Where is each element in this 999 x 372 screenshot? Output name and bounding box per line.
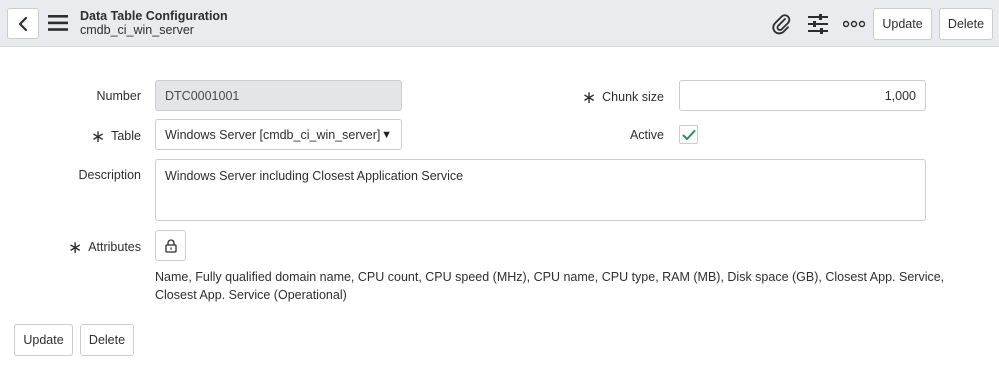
back-button[interactable] xyxy=(7,8,39,39)
description-label: Description xyxy=(78,168,141,182)
number-field: DTC0001001 xyxy=(155,80,402,111)
dropdown-caret-icon: ▼ xyxy=(381,128,392,141)
attributes-label: ∗ Attributes xyxy=(40,238,141,258)
attributes-label-text: Attributes xyxy=(88,240,141,254)
page-subtitle: cmdb_ci_win_server xyxy=(80,23,194,37)
menu-icon[interactable] xyxy=(48,14,68,32)
form-header: Data Table Configuration cmdb_ci_win_ser… xyxy=(0,0,999,47)
lock-icon xyxy=(164,238,177,253)
table-select-value: Windows Server [cmdb_ci_win_server] xyxy=(165,127,381,142)
more-icon[interactable] xyxy=(843,13,865,35)
required-icon: ∗ xyxy=(67,238,83,257)
active-checkbox[interactable] xyxy=(679,125,698,144)
table-label-text: Table xyxy=(111,129,141,143)
number-value: DTC0001001 xyxy=(165,88,240,103)
footer-delete-button[interactable]: Delete xyxy=(80,324,134,356)
checkmark-icon xyxy=(682,129,695,140)
required-icon: ∗ xyxy=(581,88,597,107)
required-icon: ∗ xyxy=(90,127,106,146)
page-title: Data Table Configuration xyxy=(80,9,228,23)
chunk-size-input[interactable]: 1,000 xyxy=(679,80,926,111)
chunk-size-label: ∗ Chunk size xyxy=(560,88,664,108)
number-label: Number xyxy=(96,89,141,103)
active-label: Active xyxy=(629,128,664,142)
back-icon xyxy=(18,16,28,31)
title-block: Data Table Configuration cmdb_ci_win_ser… xyxy=(80,9,228,37)
header-delete-button[interactable]: Delete xyxy=(939,8,993,40)
chunk-size-label-text: Chunk size xyxy=(602,90,664,104)
attributes-value: Name, Fully qualified domain name, CPU c… xyxy=(155,270,945,302)
description-value: Windows Server including Closest Applica… xyxy=(165,169,464,183)
sliders-icon[interactable] xyxy=(807,13,829,35)
table-select[interactable]: Windows Server [cmdb_ci_win_server] ▼ xyxy=(155,119,402,150)
unlock-attributes-button[interactable] xyxy=(155,230,186,261)
footer-update-button[interactable]: Update xyxy=(14,324,73,356)
chunk-size-value: 1,000 xyxy=(884,88,916,103)
description-textarea[interactable]: Windows Server including Closest Applica… xyxy=(155,159,926,221)
table-label: ∗ Table xyxy=(60,127,141,147)
paperclip-icon[interactable] xyxy=(770,13,792,35)
header-update-button[interactable]: Update xyxy=(873,8,932,40)
